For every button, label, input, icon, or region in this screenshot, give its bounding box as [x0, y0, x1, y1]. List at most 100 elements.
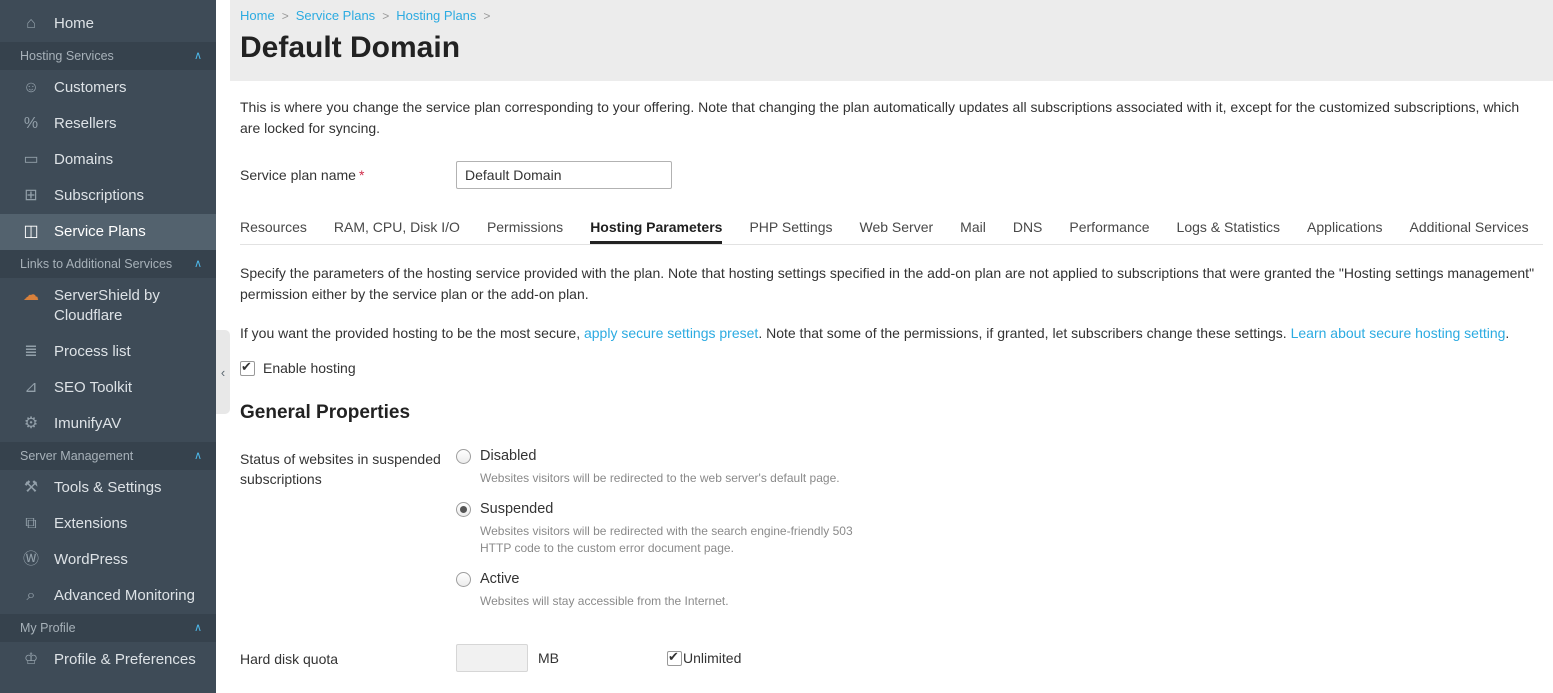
sidebar-item-resellers[interactable]: % Resellers [0, 106, 216, 142]
unlimited-label: Unlimited [683, 650, 741, 666]
service-plan-name-row: Service plan name* [240, 161, 1543, 189]
sidebar-item-service-plans[interactable]: ◫ Service Plans [0, 214, 216, 250]
radio-help-text: Websites visitors will be redirected wit… [480, 523, 880, 557]
radio-active[interactable] [456, 572, 471, 587]
sidebar-item-label: Domains [54, 150, 113, 170]
sidebar-collapse-handle[interactable]: ‹ [216, 330, 230, 414]
tab-dns[interactable]: DNS [1013, 215, 1043, 244]
tab-hosting-parameters[interactable]: Hosting Parameters [590, 215, 722, 244]
tab-logs-statistics[interactable]: Logs & Statistics [1177, 215, 1281, 244]
unlimited-toggle[interactable]: Unlimited [667, 650, 741, 666]
breadcrumb-link-service-plans[interactable]: Service Plans [296, 8, 375, 23]
status-radio-row-active[interactable]: Active [456, 571, 880, 587]
radio-help-text: Websites visitors will be redirected to … [480, 470, 880, 487]
sidebar-item-label: Service Plans [54, 222, 146, 242]
chevron-up-icon: ∧ [194, 621, 202, 635]
service-plan-name-label: Service plan name* [240, 167, 456, 183]
website-status-label: Status of websites in suspended subscrip… [240, 448, 456, 624]
sidebar-item-label: Customers [54, 78, 127, 98]
breadcrumb: Home>Service Plans>Hosting Plans> [240, 8, 1541, 23]
radio-suspended[interactable] [456, 502, 471, 517]
tab-mail[interactable]: Mail [960, 215, 986, 244]
enable-hosting-checkbox[interactable] [240, 361, 255, 376]
sidebar-item-domains[interactable]: ▭ Domains [0, 142, 216, 178]
plan-intro-text: This is where you change the service pla… [240, 97, 1543, 139]
monitoring-icon: ⌕ [20, 586, 42, 606]
unlimited-checkbox[interactable] [667, 651, 682, 666]
breadcrumb-link-home[interactable]: Home [240, 8, 275, 23]
chevron-up-icon: ∧ [194, 257, 202, 271]
sidebar-item-tools-settings[interactable]: ⚒Tools & Settings [0, 470, 216, 506]
sidebar-item-label: Extensions [54, 514, 127, 534]
hard-disk-quota-label: Hard disk quota [240, 648, 456, 669]
sidebar-item-label: WordPress [54, 550, 128, 570]
sidebar-section-server-management[interactable]: Server Management ∧ [0, 442, 216, 470]
learn-secure-hosting-link[interactable]: Learn about secure hosting setting [1291, 325, 1506, 341]
sidebar-item-label: Advanced Monitoring [54, 586, 195, 606]
tab-resources[interactable]: Resources [240, 215, 307, 244]
radio-help-text: Websites will stay accessible from the I… [480, 593, 880, 610]
status-radio-row-suspended[interactable]: Suspended [456, 501, 880, 517]
label-text: Service plan name [240, 167, 356, 183]
tab-ram-cpu-disk-i-o[interactable]: RAM, CPU, Disk I/O [334, 215, 460, 244]
sidebar-item-label: Home [54, 14, 94, 34]
percent-icon: % [20, 114, 42, 134]
sidebar-item-label: Subscriptions [54, 186, 144, 206]
sidebar-item-extensions[interactable]: ⧉ Extensions [0, 506, 216, 542]
chevron-up-icon: ∧ [194, 49, 202, 63]
website-status-row: Status of websites in suspended subscrip… [240, 448, 1543, 624]
tab-applications[interactable]: Applications [1307, 215, 1383, 244]
sidebar-section-links-to-additional-services[interactable]: Links to Additional Services∧ [0, 250, 216, 278]
sidebar-section-my-profile[interactable]: My Profile∧ [0, 614, 216, 642]
sidebar-item-servershield-by-cloudflare[interactable]: ☁ ServerShield by Cloudflare [0, 278, 216, 334]
sidebar-item-label: Tools & Settings [54, 478, 162, 498]
process-list-icon: ≣ [20, 342, 42, 362]
service-plan-name-input[interactable] [456, 161, 672, 189]
general-properties-heading: General Properties [240, 402, 1543, 424]
extensions-icon: ⧉ [20, 514, 42, 534]
app-window: ⌂ Home Hosting Services∧☺Customers% Reselle… [0, 0, 1553, 693]
sidebar-item-imunifyav[interactable]: ⚙ImunifyAV [0, 406, 216, 442]
sidebar-item-subscriptions[interactable]: ⊞Subscriptions [0, 178, 216, 214]
sidebar-item-label: ServerShield by Cloudflare [54, 286, 208, 326]
tab-performance[interactable]: Performance [1069, 215, 1149, 244]
chevron-up-icon: ∧ [194, 449, 202, 463]
sidebar-item-home[interactable]: ⌂ Home [0, 6, 216, 42]
sidebar-item-process-list[interactable]: ≣Process list [0, 334, 216, 370]
sidebar-section-hosting-services[interactable]: Hosting Services∧ [0, 42, 216, 70]
enable-hosting-row[interactable]: Enable hosting [240, 360, 1543, 376]
status-radio-row-disabled[interactable]: Disabled [456, 448, 880, 464]
sidebar-item-advanced-monitoring[interactable]: ⌕ Advanced Monitoring [0, 578, 216, 614]
status-option-suspended: Suspended Websites visitors will be redir… [456, 501, 880, 557]
seo-chart-icon: ⊿ [20, 378, 42, 398]
section-label: Server Management [20, 449, 133, 463]
sidebar-item-seo-toolkit[interactable]: ⊿SEO Toolkit [0, 370, 216, 406]
hosting-params-intro-text: Specify the parameters of the hosting se… [240, 263, 1543, 305]
tab-web-server[interactable]: Web Server [859, 215, 933, 244]
content-area: This is where you change the service pla… [230, 81, 1553, 672]
hard-disk-quota-row: Hard disk quota MB Unlimited [240, 644, 1543, 672]
page-header: Home>Service Plans>Hosting Plans> Defaul… [230, 0, 1553, 81]
note-text: If you want the provided hosting to be t… [240, 325, 584, 341]
tab-additional-services[interactable]: Additional Services [1410, 215, 1529, 244]
tab-php-settings[interactable]: PHP Settings [749, 215, 832, 244]
sidebar-item-wordpress[interactable]: Ⓦ WordPress [0, 542, 216, 578]
sidebar-item-profile-preferences[interactable]: ♔Profile & Preferences [0, 642, 216, 678]
home-icon: ⌂ [20, 14, 42, 34]
breadcrumb-separator: > [282, 9, 289, 23]
breadcrumb-link-hosting-plans[interactable]: Hosting Plans [396, 8, 476, 23]
page-title: Default Domain [240, 29, 1541, 67]
crown-icon: ♔ [20, 650, 42, 670]
note-text: . [1505, 325, 1509, 341]
radio-disabled[interactable] [456, 449, 471, 464]
tab-permissions[interactable]: Permissions [487, 215, 563, 244]
cloudflare-cloud-icon: ☁ [20, 286, 42, 306]
sidebar-item-customers[interactable]: ☺Customers [0, 70, 216, 106]
apply-secure-settings-link[interactable]: apply secure settings preset [584, 325, 758, 341]
sidebar-item-label: Resellers [54, 114, 117, 134]
required-asterisk: * [359, 167, 364, 183]
wordpress-icon: Ⓦ [20, 550, 42, 570]
book-icon: ◫ [20, 222, 42, 242]
monitor-icon: ▭ [20, 150, 42, 170]
hard-disk-quota-input[interactable] [456, 644, 528, 672]
